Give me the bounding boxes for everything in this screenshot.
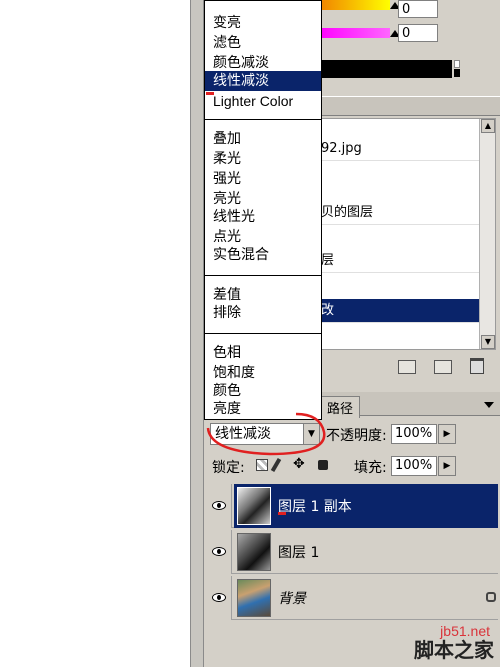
trash-icon[interactable] bbox=[470, 358, 484, 374]
menu-item-screen[interactable]: 滤色 bbox=[205, 33, 321, 53]
opacity-slider-arrow-icon[interactable]: ▶ bbox=[438, 424, 456, 444]
layer-body[interactable]: 图层 1 bbox=[234, 530, 498, 574]
layer-name: 图层 1 bbox=[278, 545, 320, 561]
layer-body[interactable]: 背景 bbox=[234, 576, 498, 620]
eye-icon bbox=[212, 547, 226, 556]
lock-all-padlock-icon[interactable] bbox=[318, 460, 328, 470]
color-value-field-2[interactable]: 0 bbox=[398, 24, 438, 42]
layer-name: 背景 bbox=[278, 591, 306, 607]
panel-menu-arrow-icon[interactable] bbox=[484, 402, 494, 408]
history-item[interactable]: 层 bbox=[319, 249, 491, 273]
spectrum-white-swatch[interactable] bbox=[454, 60, 460, 68]
menu-item-lighter-color[interactable]: Lighter Color bbox=[205, 91, 321, 111]
visibility-toggle[interactable] bbox=[206, 484, 232, 528]
menu-item-color-dodge[interactable]: 颜色减淡 bbox=[205, 53, 321, 73]
menu-item-overlay[interactable]: 叠加 bbox=[205, 129, 321, 149]
color-photo-thumb-icon bbox=[237, 579, 271, 617]
menu-item-linear-dodge[interactable]: 线性减淡 bbox=[205, 71, 321, 91]
scroll-down-icon[interactable]: ▼ bbox=[481, 335, 495, 349]
menu-item-saturation[interactable]: 饱和度 bbox=[205, 363, 321, 383]
watermark-brand: 脚本之家 bbox=[414, 638, 494, 662]
fill-field[interactable]: 100% bbox=[391, 456, 437, 476]
scroll-up-icon[interactable]: ▲ bbox=[481, 119, 495, 133]
history-panel-titlebar bbox=[318, 96, 500, 116]
layer-name: 图层 1 副本 bbox=[278, 499, 352, 515]
lock-label: 锁定: bbox=[212, 460, 245, 476]
fill-label: 填充: bbox=[354, 460, 387, 476]
history-item[interactable]: 92.jpg bbox=[319, 137, 491, 161]
history-item-selected[interactable]: 改 bbox=[319, 299, 491, 323]
layer-row[interactable]: 图层 1 bbox=[206, 530, 498, 574]
annotation-mark bbox=[206, 92, 214, 95]
menu-item-hard-mix[interactable]: 实色混合 bbox=[205, 245, 321, 265]
visibility-toggle[interactable] bbox=[206, 530, 232, 574]
annotation-mark bbox=[278, 512, 286, 515]
eye-icon bbox=[212, 593, 226, 602]
menu-item-linear-light[interactable]: 线性光 bbox=[205, 207, 321, 227]
layer-row[interactable]: 图层 1 副本 bbox=[206, 484, 498, 528]
blend-mode-menu: 变亮 滤色 颜色减淡 线性减淡 Lighter Color 叠加 柔光 强光 亮… bbox=[204, 0, 322, 420]
bw-photo-thumb-icon bbox=[237, 533, 271, 571]
opacity-label: 不透明度: bbox=[326, 428, 387, 444]
visibility-toggle[interactable] bbox=[206, 576, 232, 620]
layer-row[interactable]: 背景 bbox=[206, 576, 498, 620]
fill-slider-arrow-icon[interactable]: ▶ bbox=[438, 456, 456, 476]
menu-separator bbox=[205, 119, 321, 120]
menu-item-exclusion[interactable]: 排除 bbox=[205, 303, 321, 323]
menu-item-hard-light[interactable]: 强光 bbox=[205, 169, 321, 189]
tool-strip bbox=[190, 0, 204, 667]
yellow-slider[interactable] bbox=[318, 0, 390, 10]
color-value-field-1[interactable]: 0 bbox=[398, 0, 438, 18]
menu-item-difference[interactable]: 差值 bbox=[205, 285, 321, 305]
magenta-slider[interactable] bbox=[318, 28, 390, 38]
color-panel: 0 0 bbox=[318, 0, 500, 90]
menu-item-lighten[interactable]: 变亮 bbox=[205, 13, 321, 33]
new-snapshot-icon[interactable] bbox=[434, 360, 452, 374]
history-scrollbar[interactable]: ▲ ▼ bbox=[479, 119, 495, 349]
menu-separator bbox=[205, 333, 321, 334]
lock-transparency-icon[interactable] bbox=[256, 459, 268, 471]
menu-item-vivid-light[interactable]: 亮光 bbox=[205, 189, 321, 209]
bw-photo-thumb-icon bbox=[237, 487, 271, 525]
layer-body[interactable]: 图层 1 副本 bbox=[234, 484, 498, 528]
history-item[interactable]: 贝的图层 bbox=[319, 201, 491, 225]
menu-item-pin-light[interactable]: 点光 bbox=[205, 227, 321, 247]
opacity-field[interactable]: 100% bbox=[391, 424, 437, 444]
spectrum-bar[interactable] bbox=[318, 60, 452, 78]
history-panel: 92.jpg 贝的图层 层 改 ▲ ▼ bbox=[318, 118, 496, 350]
lock-position-move-icon[interactable]: ✥ bbox=[293, 456, 305, 472]
menu-item-color[interactable]: 颜色 bbox=[205, 381, 321, 401]
new-document-icon[interactable] bbox=[398, 360, 416, 374]
menu-item-soft-light[interactable]: 柔光 bbox=[205, 149, 321, 169]
padlock-icon bbox=[486, 592, 496, 602]
eye-icon bbox=[212, 501, 226, 510]
spectrum-black-swatch[interactable] bbox=[454, 69, 460, 77]
menu-separator bbox=[205, 275, 321, 276]
menu-item-hue[interactable]: 色相 bbox=[205, 343, 321, 363]
